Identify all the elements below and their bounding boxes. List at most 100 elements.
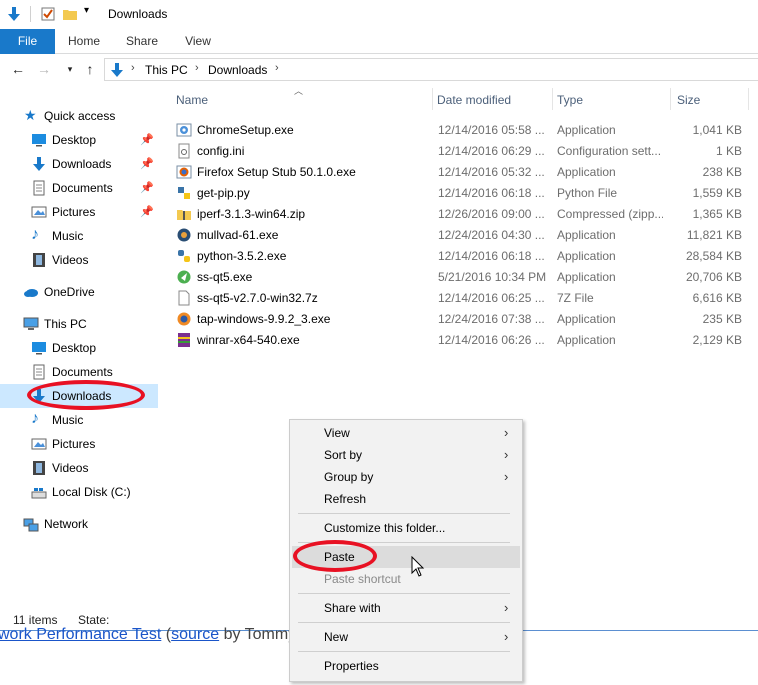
file-row[interactable]: ChromeSetup.exe 12/14/2016 05:58 ... Appli… [158, 119, 758, 140]
file-size: 1 KB [715, 144, 742, 158]
file-row[interactable]: iperf-3.1.3-win64.zip 12/26/2016 09:00 ..… [158, 203, 758, 224]
menu-label: New [324, 630, 349, 644]
menu-item-share-with[interactable]: Share with › [292, 597, 520, 619]
nav-pc-pictures[interactable]: Pictures [0, 432, 158, 456]
file-type: Application [557, 228, 616, 242]
tab-file[interactable]: File [0, 29, 55, 54]
menu-item-view[interactable]: View › [292, 422, 520, 444]
column-header-size[interactable]: Size [677, 88, 747, 112]
menu-item-sort-by[interactable]: Sort by › [292, 444, 520, 466]
tab-share[interactable]: Share [120, 29, 164, 54]
file-row[interactable]: config.ini 12/14/2016 06:29 ... Configurat… [158, 140, 758, 161]
nav-label: Pictures [52, 437, 96, 451]
nav-pc-videos[interactable]: Videos [0, 456, 158, 480]
pin-icon[interactable]: 📌 [140, 205, 154, 218]
background-source-link[interactable]: source [171, 626, 219, 643]
nav-pc-local-disk[interactable]: Local Disk (C:) [0, 480, 158, 504]
menu-item-new[interactable]: New › [292, 626, 520, 648]
firefox-icon [176, 165, 192, 179]
documents-icon [33, 180, 45, 196]
file-date-modified: 12/14/2016 06:18 ... [438, 249, 545, 263]
annotation-circle-downloads [27, 380, 145, 410]
onedrive-cloud-icon [24, 289, 38, 297]
back-arrow-icon[interactable]: ← [10, 61, 26, 77]
file-row[interactable]: python-3.5.2.exe 12/14/2016 06:18 ... Appl… [158, 245, 758, 266]
menu-item-customize[interactable]: Customize this folder... [292, 517, 520, 539]
title-bar: ▾ Downloads [0, 0, 758, 29]
breadcrumb-downloads[interactable]: Downloads [208, 63, 267, 77]
mullvad-icon [177, 228, 191, 242]
customize-qat-dropdown-icon[interactable]: ▾ [84, 5, 89, 16]
file-name: mullvad-61.exe [197, 228, 279, 242]
nav-quick-desktop[interactable]: Desktop 📌 [0, 128, 158, 152]
videos-film-icon [33, 253, 45, 267]
breadcrumb-separator-icon[interactable]: › [275, 62, 279, 74]
background-link-text[interactable]: work Performance Test [0, 626, 161, 643]
network-icon [23, 518, 39, 532]
file-size: 1,559 KB [692, 186, 742, 200]
nav-quick-documents[interactable]: Documents 📌 [0, 176, 158, 200]
file-date-modified: 12/14/2016 05:32 ... [438, 165, 545, 179]
breadcrumb-separator-icon[interactable]: › [195, 62, 199, 74]
file-date-modified: 12/26/2016 09:00 ... [438, 207, 545, 221]
menu-separator [298, 622, 510, 623]
tap-windows-icon [177, 312, 191, 326]
file-size: 2,129 KB [692, 333, 742, 347]
menu-label: Group by [324, 470, 374, 484]
navigation-pane: ★ Quick access Desktop 📌 Downloads 📌 Doc… [0, 84, 158, 609]
nav-label: Videos [52, 253, 89, 267]
file-name: ss-qt5-v2.7.0-win32.7z [197, 291, 318, 305]
new-folder-icon[interactable] [62, 6, 78, 22]
nav-network[interactable]: Network [0, 512, 158, 536]
nav-this-pc[interactable]: This PC [0, 312, 158, 336]
file-size: 238 KB [702, 165, 742, 179]
breadcrumb-separator-icon[interactable]: › [131, 62, 135, 74]
file-type: Application [557, 165, 616, 179]
nav-pc-music[interactable]: ♪ Music [0, 408, 158, 432]
tab-home[interactable]: Home [62, 29, 106, 54]
file-name: iperf-3.1.3-win64.zip [197, 207, 306, 221]
forward-arrow-icon[interactable]: → [36, 61, 52, 77]
file-row[interactable]: ss-qt5-v2.7.0-win32.7z 12/14/2016 06:25 .… [158, 287, 758, 308]
file-row[interactable]: get-pip.py 12/14/2016 06:18 ... Python Fil… [158, 182, 758, 203]
nav-quick-downloads[interactable]: Downloads 📌 [0, 152, 158, 176]
file-row[interactable]: winrar-x64-540.exe 12/14/2016 06:26 ... Ap… [158, 329, 758, 350]
properties-check-icon[interactable] [40, 6, 56, 22]
file-row[interactable]: mullvad-61.exe 12/24/2016 04:30 ... Applic… [158, 224, 758, 245]
menu-item-refresh[interactable]: Refresh [292, 488, 520, 510]
local-disk-icon [31, 488, 47, 499]
menu-item-properties[interactable]: Properties [292, 655, 520, 677]
pin-icon[interactable]: 📌 [140, 133, 154, 146]
column-header-date[interactable]: Date modified [437, 88, 552, 112]
breadcrumb-this-pc[interactable]: This PC [145, 63, 188, 77]
videos-film-icon [33, 461, 45, 475]
up-arrow-icon[interactable]: ↑ [82, 61, 98, 77]
menu-item-group-by[interactable]: Group by › [292, 466, 520, 488]
address-bar[interactable]: › This PC › Downloads › [104, 58, 758, 81]
nav-onedrive[interactable]: OneDrive [0, 280, 158, 304]
pin-icon[interactable]: 📌 [140, 157, 154, 170]
winrar-icon [178, 333, 190, 347]
nav-label: Music [52, 229, 84, 243]
column-header-name[interactable]: Name [176, 88, 426, 112]
nav-quick-access[interactable]: ★ Quick access [0, 104, 158, 128]
nav-quick-videos[interactable]: Videos [0, 248, 158, 272]
file-size: 11,821 KB [686, 228, 742, 242]
tab-view[interactable]: View [176, 29, 220, 54]
menu-label: Refresh [324, 492, 367, 506]
file-type: Application [557, 333, 616, 347]
file-date-modified: 12/14/2016 06:18 ... [438, 186, 545, 200]
menu-label: View [324, 426, 350, 440]
file-row[interactable]: tap-windows-9.9.2_3.exe 12/24/2016 07:38 … [158, 308, 758, 329]
file-name: ss-qt5.exe [197, 270, 253, 284]
nav-quick-music[interactable]: ♪ Music [0, 224, 158, 248]
pin-icon[interactable]: 📌 [140, 181, 154, 194]
file-row[interactable]: ss-qt5.exe 5/21/2016 10:34 PM Application 2… [158, 266, 758, 287]
menu-label: Properties [324, 659, 379, 673]
nav-quick-pictures[interactable]: Pictures 📌 [0, 200, 158, 224]
recent-locations-chevron-icon[interactable]: ▾ [62, 61, 78, 77]
file-row[interactable]: Firefox Setup Stub 50.1.0.exe 12/14/2016 … [158, 161, 758, 182]
column-header-type[interactable]: Type [557, 88, 667, 112]
nav-pc-desktop[interactable]: Desktop [0, 336, 158, 360]
pictures-icon [31, 206, 47, 218]
